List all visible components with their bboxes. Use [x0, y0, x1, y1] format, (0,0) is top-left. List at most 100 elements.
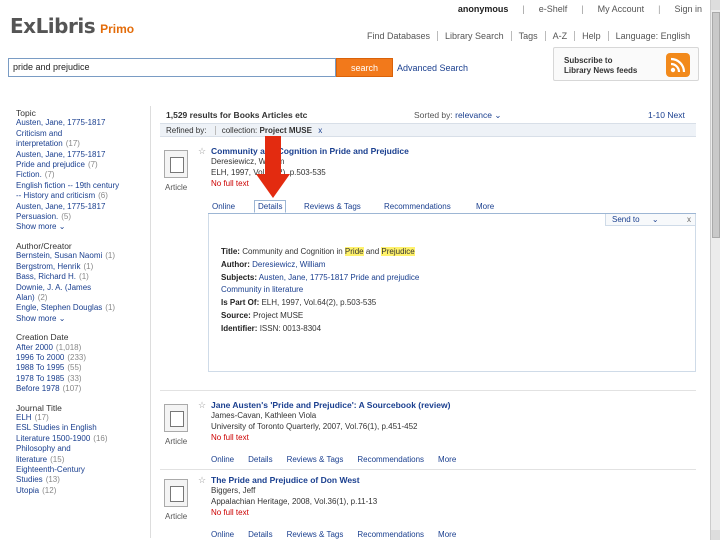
scroll-up-arrow-icon[interactable]: [711, 0, 720, 10]
tab-more[interactable]: More: [476, 202, 494, 211]
facet-item[interactable]: After 2000 (1,018): [16, 343, 146, 353]
facet-item-count: (12): [42, 485, 57, 495]
chevron-down-icon[interactable]: ⌄: [652, 215, 659, 224]
facet-item[interactable]: Eighteenth-Century: [16, 465, 146, 475]
sort-label: Sorted by:: [414, 110, 453, 120]
logo[interactable]: ExLibris Primo: [10, 14, 134, 38]
tab-details[interactable]: Details: [248, 530, 272, 539]
nav-language[interactable]: Language: English: [607, 31, 698, 41]
facet-item[interactable]: Criticism and: [16, 129, 146, 139]
facet-item[interactable]: 1978 To 1985 (33): [16, 374, 146, 384]
search-input[interactable]: pride and prejudice: [8, 58, 336, 77]
facet-item[interactable]: Alan) (2): [16, 293, 146, 303]
nav-tags[interactable]: Tags: [510, 31, 545, 41]
facet-item-count: (1): [79, 272, 89, 282]
nav-help[interactable]: Help: [574, 31, 608, 41]
facet-item[interactable]: Fiction. (7): [16, 170, 146, 180]
star-icon[interactable]: ☆: [198, 475, 206, 486]
facet-item[interactable]: Downie, J. A. (James: [16, 283, 146, 293]
result-format: Article: [165, 512, 188, 521]
tab-reviews-tags[interactable]: Reviews & Tags: [287, 530, 344, 539]
tab-more[interactable]: More: [438, 530, 456, 539]
facet-item[interactable]: interpretation (17): [16, 139, 146, 149]
show-more-link[interactable]: Show more ⌄: [16, 222, 146, 232]
nav-find-databases[interactable]: Find Databases: [360, 31, 437, 41]
result-item: Article ☆ Community and Cognition in Pri…: [160, 146, 696, 200]
facet-group: Journal Title ELH (17) ESL Studies in Engli…: [16, 403, 146, 497]
eshelf-link[interactable]: e-Shelf: [539, 4, 568, 14]
rss-feed-icon[interactable]: [666, 53, 690, 77]
facet-item[interactable]: Austen, Jane, 1775-1817: [16, 150, 146, 160]
sort-control[interactable]: Sorted by: relevance ⌄: [414, 110, 501, 121]
pagination[interactable]: 1-10 Next: [648, 110, 685, 120]
show-more-link[interactable]: Show more ⌄: [16, 314, 146, 324]
facet-title: Journal Title: [16, 402, 62, 413]
facet-item[interactable]: Bass, Richard H. (1): [16, 272, 146, 282]
facet-item[interactable]: Literature 1500-1900 (16): [16, 434, 146, 444]
detail-identifier-row: Identifier: ISSN: 0013-8304: [221, 323, 419, 336]
result-title[interactable]: Community and Cognition in Pride and Pre…: [211, 146, 409, 156]
facet-item[interactable]: -- History and criticism (6): [16, 191, 146, 201]
result-title[interactable]: The Pride and Prejudice of Don West: [211, 475, 360, 485]
facet-item[interactable]: English fiction -- 19th century: [16, 181, 146, 191]
facet-item-label: 1988 To 1995: [16, 363, 65, 373]
scroll-down-arrow-icon[interactable]: [711, 530, 720, 540]
facet-item[interactable]: Austen, Jane, 1775-1817: [16, 202, 146, 212]
sign-in-link[interactable]: Sign in: [674, 4, 702, 14]
facet-item[interactable]: Before 1978 (107): [16, 384, 146, 394]
result-divider: [160, 390, 696, 391]
facet-item[interactable]: Philosophy and: [16, 444, 146, 454]
tab-recommendations[interactable]: Recommendations: [357, 530, 424, 539]
tab-recommendations[interactable]: Recommendations: [384, 202, 451, 211]
facet-item[interactable]: Austen, Jane, 1775-1817: [16, 118, 146, 128]
close-icon[interactable]: x: [687, 215, 691, 224]
advanced-search-link[interactable]: Advanced Search: [397, 63, 468, 73]
star-icon[interactable]: ☆: [198, 146, 206, 157]
tab-reviews-tags[interactable]: Reviews & Tags: [287, 455, 344, 464]
search-button[interactable]: search: [336, 58, 393, 77]
facet-item[interactable]: ELH (17): [16, 413, 146, 423]
facet-item-label: Eighteenth-Century: [16, 465, 85, 474]
refined-by-label: Refined by:: [166, 126, 207, 135]
tab-reviews-tags[interactable]: Reviews & Tags: [304, 202, 361, 211]
nav-library-search[interactable]: Library Search: [437, 31, 511, 41]
facet-item[interactable]: 1988 To 1995 (55): [16, 363, 146, 373]
sort-value[interactable]: relevance: [455, 110, 492, 120]
tab-online[interactable]: Online: [212, 202, 235, 211]
tab-recommendations[interactable]: Recommendations: [357, 455, 424, 464]
detail-subject-link[interactable]: Community in literature: [221, 285, 303, 294]
facet-item[interactable]: Persuasion. (5): [16, 212, 146, 222]
tab-online[interactable]: Online: [211, 455, 234, 464]
tab-more[interactable]: More: [438, 455, 456, 464]
send-to-menu[interactable]: Send to ⌄ x: [605, 214, 695, 226]
my-account-link[interactable]: My Account: [598, 4, 645, 14]
facet-item[interactable]: Bergstrom, Henrik (1): [16, 262, 146, 272]
rss-subscribe-box[interactable]: Subscribe to Library News feeds: [553, 47, 699, 81]
chevron-down-icon[interactable]: ⌄: [494, 110, 501, 120]
facet-item-label: Pride and prejudice: [16, 160, 85, 170]
star-icon[interactable]: ☆: [198, 400, 206, 411]
facet-item[interactable]: Studies (13): [16, 475, 146, 485]
tab-online[interactable]: Online: [211, 530, 234, 539]
tab-details[interactable]: Details: [254, 200, 287, 213]
detail-author-link[interactable]: Deresiewicz, William: [252, 260, 325, 269]
detail-subject-link[interactable]: Austen, Jane, 1775-1817 Pride and prejud…: [259, 273, 420, 282]
remove-refinement-icon[interactable]: x: [318, 126, 322, 135]
facet-item[interactable]: ESL Studies in English: [16, 423, 146, 433]
vertical-scrollbar[interactable]: [710, 0, 720, 540]
availability-status: No full text: [211, 433, 249, 442]
facet-item[interactable]: Bernstein, Susan Naomi (1): [16, 251, 146, 261]
logo-product: Primo: [100, 22, 135, 36]
article-thumbnail-icon: [164, 150, 188, 178]
nav-a-z[interactable]: A-Z: [544, 31, 575, 41]
scrollbar-thumb[interactable]: [712, 12, 720, 238]
result-title[interactable]: Jane Austen's 'Pride and Prejudice': A S…: [211, 400, 450, 410]
facet-item[interactable]: Engle, Stephen Douglas (1): [16, 303, 146, 313]
tab-details[interactable]: Details: [248, 455, 272, 464]
result-source: Appalachian Heritage, 2008, Vol.36(1), p…: [211, 497, 378, 506]
facet-item[interactable]: Pride and prejudice (7): [16, 160, 146, 170]
facet-item[interactable]: 1996 To 2000 (233): [16, 353, 146, 363]
facet-item[interactable]: literature (15): [16, 455, 146, 465]
sidebar-divider: [150, 106, 151, 538]
facet-item[interactable]: Utopia (12): [16, 486, 146, 496]
